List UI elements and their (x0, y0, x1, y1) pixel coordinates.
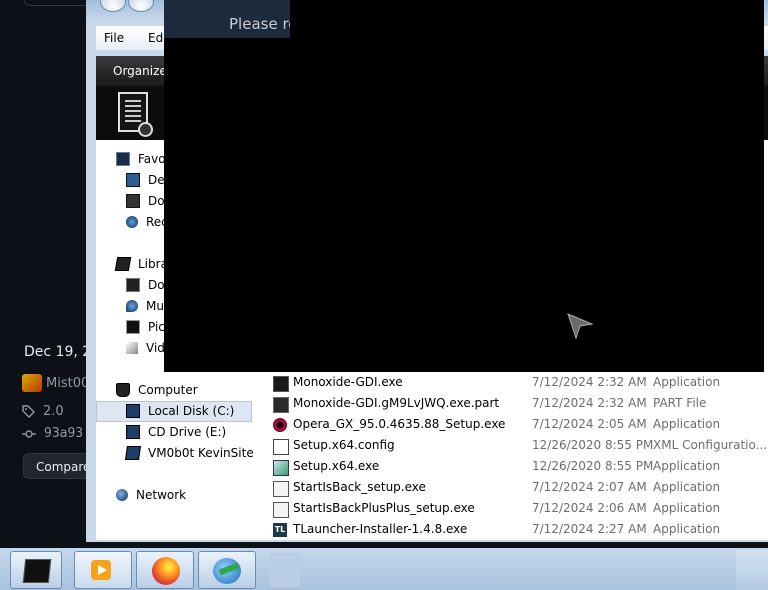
file-name: Monoxide-GDI.gM9LvJWQ.exe.part (293, 396, 500, 410)
menu-file[interactable]: File (104, 31, 124, 45)
taskbar-media-player[interactable] (74, 551, 132, 589)
hard-drive-icon (126, 404, 140, 418)
file-type: PART File (653, 396, 707, 410)
file-row[interactable]: Monoxide-GDI.gM9LvJWQ.exe.part 7/12/2024… (272, 394, 762, 414)
nav-videos[interactable]: Vid (126, 341, 165, 355)
file-date: 12/26/2020 8:55 PM (532, 438, 654, 452)
play-icon (98, 565, 107, 575)
overlay-message-clip: Please re (164, 0, 290, 38)
file-date: 12/26/2020 8:55 PM (532, 459, 654, 473)
favorites-icon (116, 152, 130, 166)
setup-icon (273, 460, 289, 476)
music-icon (126, 300, 138, 312)
tag-label: 2.0 (43, 404, 64, 419)
file-name: StartIsBack_setup.exe (293, 480, 426, 494)
commit-icon (22, 429, 36, 438)
file-type: Application (653, 459, 721, 473)
monoxide-icon (273, 376, 289, 392)
show-desktop-button[interactable] (736, 550, 768, 590)
file-date: 7/12/2024 2:05 AM (532, 417, 647, 431)
file-name: Setup.x64.config (293, 438, 395, 452)
preview-document-icon (118, 92, 153, 137)
compare-button[interactable]: Compare (23, 453, 91, 479)
file-row[interactable]: Opera_GX_95.0.4635.88_Setup.exe 7/12/202… (272, 415, 762, 435)
file-name: StartIsBackPlusPlus_setup.exe (293, 501, 475, 515)
file-name: Monoxide-GDI.exe (293, 375, 403, 389)
network-icon (116, 489, 128, 501)
file-row[interactable]: Setup.x64.config 12/26/2020 8:55 PM XML … (272, 436, 767, 456)
author-name: Mist00 (46, 375, 90, 391)
nav-recent[interactable]: Rec (126, 215, 168, 229)
release-tag[interactable]: 2.0 (22, 404, 64, 419)
nav-network-drive[interactable]: VM0b0t KevinSite (125, 446, 254, 460)
file-date: 7/12/2024 2:27 AM (532, 522, 647, 536)
opera-gx-icon (273, 418, 287, 432)
downloads-icon (126, 194, 140, 208)
desktop-icon (126, 173, 140, 187)
file-type: Application (653, 417, 721, 431)
file-date: 7/12/2024 2:32 AM (532, 396, 647, 410)
file-name: Setup.x64.exe (293, 459, 380, 473)
nav-cd-drive[interactable]: CD Drive (E:) (126, 425, 226, 439)
file-row[interactable]: Setup.x64.exe 12/26/2020 8:55 PM Applica… (272, 457, 762, 477)
taskbar-firefox[interactable] (136, 551, 194, 589)
taskbar-download-manager[interactable] (198, 551, 256, 589)
tlauncher-icon: TL (273, 523, 287, 537)
file-date: 7/12/2024 2:06 AM (532, 501, 647, 515)
overlay-message: Please re (229, 15, 290, 33)
file-row[interactable]: TL TLauncher-Installer-1.4.8.exe 7/12/20… (272, 520, 762, 540)
black-overlay-window (164, 0, 764, 372)
file-date: 7/12/2024 2:07 AM (532, 480, 647, 494)
recent-places-icon (126, 216, 138, 228)
organize-button[interactable]: Organize (113, 64, 167, 78)
pictures-icon (126, 320, 140, 334)
file-type: Application (653, 480, 721, 494)
cursor-arrow-icon (567, 313, 594, 340)
file-type: XML Configuratio... (653, 438, 768, 452)
file-row[interactable]: StartIsBack_setup.exe 7/12/2024 2:07 AM … (272, 478, 762, 498)
taskbar-explorer[interactable] (10, 551, 62, 589)
nav-local-disk[interactable]: Local Disk (C:) (126, 404, 234, 418)
videos-icon (126, 342, 138, 354)
nav-favorites[interactable]: Favor (116, 152, 171, 166)
avatar (22, 374, 42, 392)
file-name: TLauncher-Installer-1.4.8.exe (293, 522, 468, 536)
installer-icon (273, 502, 289, 518)
nav-libraries[interactable]: Libra (114, 257, 168, 271)
magnifier-icon (138, 122, 153, 137)
file-type: Application (653, 501, 721, 515)
file-name: Opera_GX_95.0.4635.88_Setup.exe (293, 417, 506, 431)
file-row[interactable]: StartIsBackPlusPlus_setup.exe 7/12/2024 … (272, 499, 762, 519)
firefox-icon (152, 557, 180, 585)
release-author[interactable]: Mist00 (22, 374, 89, 392)
nav-network[interactable]: Network (116, 488, 186, 502)
part-file-icon (273, 397, 289, 413)
config-icon (273, 439, 289, 455)
release-commit[interactable]: 93a93 (22, 426, 83, 441)
file-date: 7/12/2024 2:32 AM (532, 375, 647, 389)
network-drive-icon (125, 446, 141, 460)
file-type: Application (653, 375, 721, 389)
taskbar-blank-item (270, 553, 300, 587)
installer-icon (273, 481, 289, 497)
documents-icon (126, 278, 140, 292)
libraries-icon (114, 257, 132, 271)
nav-music[interactable]: Mu (126, 299, 164, 313)
cd-drive-icon (126, 425, 140, 439)
commit-hash: 93a93 (44, 426, 84, 441)
release-date: Dec 19, 2 (24, 344, 92, 360)
file-type: Application (653, 522, 721, 536)
file-row[interactable]: Monoxide-GDI.exe 7/12/2024 2:32 AM Appli… (272, 373, 762, 393)
computer-icon (116, 383, 130, 397)
nav-computer[interactable]: Computer (116, 383, 198, 397)
explorer-icon (22, 559, 52, 583)
tag-icon (22, 405, 35, 418)
